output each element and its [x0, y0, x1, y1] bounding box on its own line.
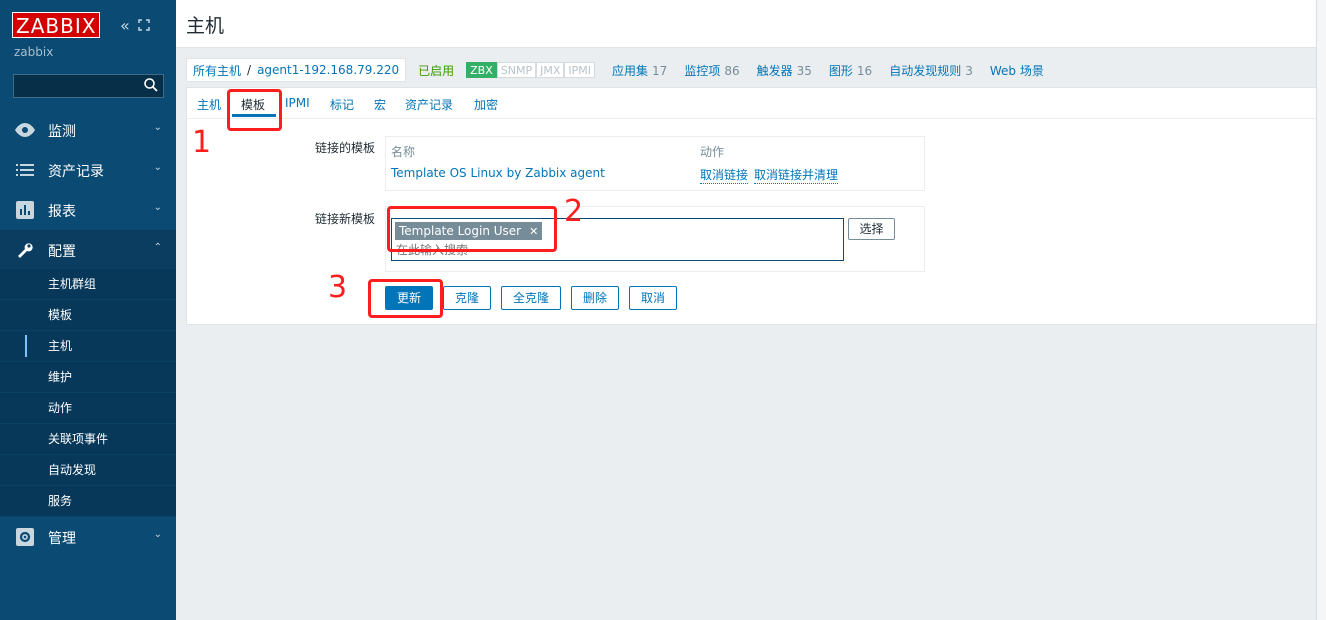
zbx-availability: ZBX — [466, 62, 497, 78]
link-new-templates-label: 链接新模板 — [314, 212, 375, 226]
annotation-number-3: 3 — [328, 270, 348, 305]
nav-label: 资产记录 — [48, 164, 104, 180]
linked-template-link[interactable]: Template OS Linux by Zabbix agent — [391, 166, 605, 180]
web-scenarios-link[interactable]: Web 场景 — [990, 64, 1044, 78]
linked-templates-table: 名称 动作 Template OS Linux by Zabbix agent … — [385, 136, 925, 191]
tab-macros[interactable]: 宏 — [374, 96, 386, 113]
wrench-icon — [14, 240, 36, 260]
nav-label: 配置 — [48, 244, 76, 260]
applications-count: 17 — [652, 63, 668, 78]
graphs-link[interactable]: 图形 — [829, 64, 853, 78]
annotation-box-2 — [387, 206, 557, 252]
submenu-maintenance[interactable]: 维护 — [0, 362, 176, 393]
tab-tags[interactable]: 标记 — [330, 96, 354, 113]
annotation-number-2: 2 — [564, 194, 584, 229]
breadcrumb-graphs[interactable]: 图形 16 — [829, 62, 872, 79]
zabbix-logo[interactable]: ZABBIX — [12, 12, 101, 38]
full-clone-button[interactable]: 全克隆 — [501, 286, 561, 310]
breadcrumb-discovery-rules[interactable]: 自动发现规则 3 — [889, 62, 973, 79]
applications-link[interactable]: 应用集 — [612, 64, 648, 78]
triggers-link[interactable]: 触发器 — [757, 64, 793, 78]
chevron-up-icon: ⌃ — [153, 242, 162, 253]
annotation-box-3 — [368, 279, 443, 318]
breadcrumb-applications[interactable]: 应用集 17 — [612, 62, 667, 79]
page-title: 主机 — [186, 15, 225, 37]
chevron-down-icon: ⌄ — [153, 202, 162, 213]
linked-templates-label: 链接的模板 — [314, 141, 375, 155]
cancel-button[interactable]: 取消 — [629, 286, 677, 310]
nav-configuration[interactable]: 配置 ⌃ — [0, 230, 176, 270]
submenu-discovery[interactable]: 自动发现 — [0, 455, 176, 486]
nav-administration[interactable]: 管理 ⌄ — [0, 517, 176, 557]
breadcrumb: 所有主机 / agent1-192.168.79.220 已启用 ZBX SNM… — [186, 54, 1326, 86]
breadcrumb-separator: / — [247, 63, 252, 77]
tab-ipmi[interactable]: IPMI — [285, 96, 310, 110]
submenu-actions[interactable]: 动作 — [0, 393, 176, 424]
main-content: 主机 所有主机 / agent1-192.168.79.220 已启用 ZBX … — [176, 0, 1326, 620]
tab-inventory[interactable]: 资产记录 — [405, 96, 453, 113]
annotation-number-1: 1 — [192, 125, 212, 160]
search-icon[interactable] — [143, 77, 159, 96]
host-form-panel: 主机 模板 IPMI 标记 宏 资产记录 加密 链接的模板 名称 动作 Temp… — [186, 87, 1326, 325]
tab-host[interactable]: 主机 — [197, 96, 221, 113]
submenu-host-groups[interactable]: 主机群组 — [0, 269, 176, 300]
nav-monitoring[interactable]: 监测 ⌄ — [0, 110, 176, 150]
list-icon — [14, 160, 36, 180]
breadcrumb-items[interactable]: 监控项 86 — [684, 62, 739, 79]
page-header: 主机 — [176, 0, 1326, 48]
vertical-scrollbar[interactable] — [1316, 0, 1326, 620]
ipmi-availability: IPMI — [564, 62, 596, 78]
nav-inventory[interactable]: 资产记录 ⌄ — [0, 150, 176, 190]
submenu-templates[interactable]: 模板 — [0, 300, 176, 331]
jmx-availability: JMX — [536, 62, 565, 78]
chevron-down-icon: ⌄ — [153, 529, 162, 540]
annotation-box-1 — [227, 89, 282, 131]
items-count: 86 — [724, 63, 740, 78]
configuration-submenu: 主机群组 模板 主机 维护 动作 关联项事件 自动发现 服务 — [0, 269, 176, 517]
server-name: zabbix — [14, 45, 54, 59]
collapse-sidebar-icon[interactable]: « — [120, 16, 130, 35]
column-action-header: 动作 — [700, 145, 725, 159]
unlink-and-clear-link[interactable]: 取消链接并清理 — [754, 166, 839, 184]
chevron-down-icon: ⌄ — [153, 162, 162, 173]
sidebar: ZABBIX « zabbix 监测 ⌄ 资产记录 ⌄ 报表 ⌄ 配置 ⌃ 主机… — [0, 0, 176, 620]
sidebar-controls: « — [120, 16, 150, 35]
tab-bar: 主机 模板 IPMI 标记 宏 资产记录 加密 — [187, 88, 1326, 119]
clone-button[interactable]: 克隆 — [443, 286, 491, 310]
submenu-event-correlation[interactable]: 关联项事件 — [0, 424, 176, 455]
breadcrumb-host[interactable]: agent1-192.168.79.220 — [257, 63, 399, 77]
nav-label: 管理 — [48, 531, 76, 547]
sidebar-search-input[interactable] — [13, 74, 164, 98]
snmp-availability: SNMP — [496, 62, 537, 78]
eye-icon — [14, 120, 36, 140]
submenu-hosts[interactable]: 主机 — [0, 331, 176, 362]
triggers-count: 35 — [796, 63, 812, 78]
discovery-rules-count: 3 — [965, 63, 973, 78]
breadcrumb-web-scenarios[interactable]: Web 场景 — [990, 62, 1044, 79]
nav-label: 报表 — [48, 204, 76, 220]
submenu-services[interactable]: 服务 — [0, 486, 176, 517]
items-link[interactable]: 监控项 — [684, 64, 720, 78]
select-template-button[interactable]: 选择 — [848, 218, 895, 240]
breadcrumb-all-hosts[interactable]: 所有主机 — [193, 62, 241, 79]
chevron-down-icon: ⌄ — [153, 122, 162, 133]
nav-reports[interactable]: 报表 ⌄ — [0, 190, 176, 230]
gear-icon — [14, 527, 36, 547]
availability-indicators: ZBX SNMP JMX IPMI — [466, 62, 596, 78]
status-badge[interactable]: 已启用 — [418, 62, 454, 79]
kiosk-mode-icon[interactable] — [138, 16, 150, 35]
delete-button[interactable]: 删除 — [571, 286, 619, 310]
tab-encryption[interactable]: 加密 — [474, 96, 498, 113]
graphs-count: 16 — [856, 63, 873, 78]
breadcrumb-triggers[interactable]: 触发器 35 — [757, 62, 812, 79]
discovery-rules-link[interactable]: 自动发现规则 — [889, 64, 961, 78]
column-name-header: 名称 — [391, 145, 416, 159]
nav-label: 监测 — [48, 124, 76, 140]
breadcrumb-path: 所有主机 / agent1-192.168.79.220 — [186, 58, 407, 82]
logo-row: ZABBIX — [12, 12, 101, 38]
bar-chart-icon — [14, 200, 36, 220]
unlink-link[interactable]: 取消链接 — [700, 166, 749, 184]
